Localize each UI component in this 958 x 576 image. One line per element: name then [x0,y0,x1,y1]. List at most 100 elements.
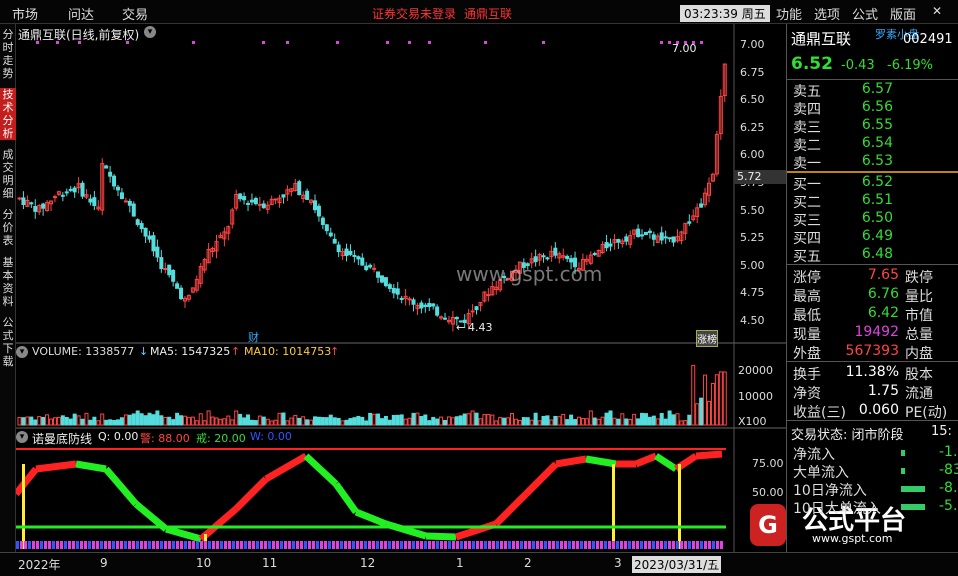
flow-row: 10日大单流入 -5. [793,498,958,517]
x-label-3: 11 [262,556,278,570]
quote-row[interactable]: 涨停 7.65 跌停 [793,267,953,286]
indicator-jing: 警: 88.00 [140,432,190,445]
x-label-1: 9 [100,556,108,570]
quote-price: 6.52 [791,54,833,74]
close-icon[interactable]: ✕ [932,4,942,18]
current-price-label: 5.72 [734,170,786,184]
ma10-arrow-icon: ↑ [330,345,340,358]
chart-title: 通鼎互联(日线,前复权) [18,28,140,42]
x-label-0: 2022年 [18,558,61,572]
trade-time: 15: [931,424,952,439]
quote-pct: -6.19% [887,58,933,73]
indicator-jie: 戒: 20.00 [196,432,246,445]
center-watermark: www.gspt.com [456,262,603,286]
quote-panel: 通鼎互联 罗素小盘 002491 6.52 -0.43 -6.19% 卖五 6.5… [786,24,958,552]
menu-layout[interactable]: 版面 [890,4,916,23]
price-tick: 4.50 [740,314,765,327]
high-label: 7.00 [672,42,697,55]
vol-tick-3: X100 [738,415,767,428]
x-label-2: 10 [196,556,212,570]
volume-bars [17,364,727,426]
x-label-cursor: 2023/03/31/五 [632,556,722,573]
quote-row[interactable]: 卖二 6.54 [793,135,953,154]
chart-options-icon[interactable]: ▾ [144,26,156,38]
quote-row[interactable]: 最高 6.76 量比 [793,286,953,305]
quote-row[interactable]: 买一 6.52 [793,174,953,193]
volume-ma10: MA10: 1014753 [244,345,332,358]
x-label-4: 12 [360,556,376,570]
tab-formula-download[interactable]: 公式下载 [0,316,16,368]
price-tick: 4.75 [740,286,765,300]
low-label: 4.43 [468,321,493,334]
price-tick: 7.00 [740,38,765,51]
price-tick: 6.25 [740,120,765,134]
quote-stock-name: 通鼎互联 [791,30,852,48]
flow-row: 净流入 -1. [793,444,958,463]
top-stock-name: 通鼎互联 [464,7,513,21]
price-tick: 6.75 [740,65,765,79]
low-label-prefix: ← [456,321,466,334]
quote-row[interactable]: 卖五 6.57 [793,81,953,100]
trade-status: 交易状态: 闭市阶段 [791,428,904,443]
zhangbang-marker[interactable]: 涨榜 [696,330,718,347]
vol-tick-1: 20000 [738,364,773,377]
x-label-9: 4 [714,556,722,570]
price-tick: 5.00 [740,258,765,272]
quote-row[interactable]: 买四 6.49 [793,228,953,247]
chart-area: 通鼎互联(日线,前复权) ▾ 7.006.756.506.256.005.755… [16,24,786,552]
price-tick: 5.25 [740,231,765,245]
ind-tick-50: 50.00 [752,486,784,499]
quote-row[interactable]: 买五 6.48 [793,246,953,265]
tab-time-sharing[interactable]: 分时走势 [0,28,16,80]
quote-row[interactable]: 收益(三) 0.060 PE(动) [793,402,953,421]
menu-market[interactable]: 市场 [12,4,38,23]
quote-row[interactable]: 最低 6.42 市值 [793,305,953,324]
quote-row[interactable]: 卖一 6.53 [793,153,953,172]
menu-trade[interactable]: 交易 [122,4,148,23]
indicator-lines [16,450,723,549]
quote-row[interactable]: 换手 11.38% 股本 [793,364,953,383]
finance-marker[interactable]: 财 [248,329,259,345]
tab-basic-info[interactable]: 基本资料 [0,256,16,308]
tab-technical-analysis[interactable]: 技术分析 [0,88,16,140]
price-tick: 5.50 [740,203,765,217]
quote-code: 002491 [903,32,953,47]
indicator-w: W: 0.00 [250,430,292,443]
indicator-strip [16,541,723,549]
price-tick: 6.00 [740,148,765,162]
volume-ma5: MA5: 1547325 [150,345,231,358]
quote-row[interactable]: 净资 1.75 流通 [793,383,953,402]
flow-row: 10日净流入 -8. [793,480,958,499]
candlestick-series [17,63,727,332]
flow-row: 大单流入 -83 [793,462,958,481]
indicator-q: Q: 0.00 [98,430,139,443]
quote-row[interactable]: 卖四 6.56 [793,99,953,118]
indicator-name: 诺曼底防线 [32,432,93,446]
quote-change: -0.43 [841,58,875,73]
x-label-7: 3 [614,556,622,570]
ma5-arrow-icon: ↑ [231,345,241,358]
time-axis: 2022年 9 10 11 12 1 2 3 2023/03/31/五 4 [0,552,958,576]
indicator-options-icon[interactable]: ▾ [16,431,28,443]
quote-row[interactable]: 买二 6.51 [793,192,953,211]
tab-trade-details[interactable]: 成交明细 [0,148,16,200]
ind-tick-75: 75.00 [752,457,784,470]
menu-formula[interactable]: 公式 [852,4,878,23]
clock: 03:23:39 周五 [680,5,770,22]
menu-wenda[interactable]: 问达 [68,4,94,23]
menu-options[interactable]: 选项 [814,4,840,23]
login-alert[interactable]: 证券交易未登录 [372,5,456,22]
x-label-5: 1 [456,556,464,570]
quote-row[interactable]: 卖三 6.55 [793,117,953,136]
quote-row[interactable]: 外盘 567393 内盘 [793,343,953,362]
vol-tick-2: 10000 [738,390,773,403]
x-label-6: 2 [524,556,532,570]
quote-row[interactable]: 买三 6.50 [793,210,953,229]
quote-row[interactable]: 现量 19492 总量 [793,324,953,343]
tab-price-table[interactable]: 分价表 [0,208,16,247]
menu-function[interactable]: 功能 [776,4,802,23]
left-sidebar: 分时走势 技术分析 成交明细 分价表 基本资料 公式下载 [0,24,16,552]
price-tick: 6.50 [740,93,765,107]
logo-icon: G [750,504,786,546]
volume-options-icon[interactable]: ▾ [16,346,28,358]
